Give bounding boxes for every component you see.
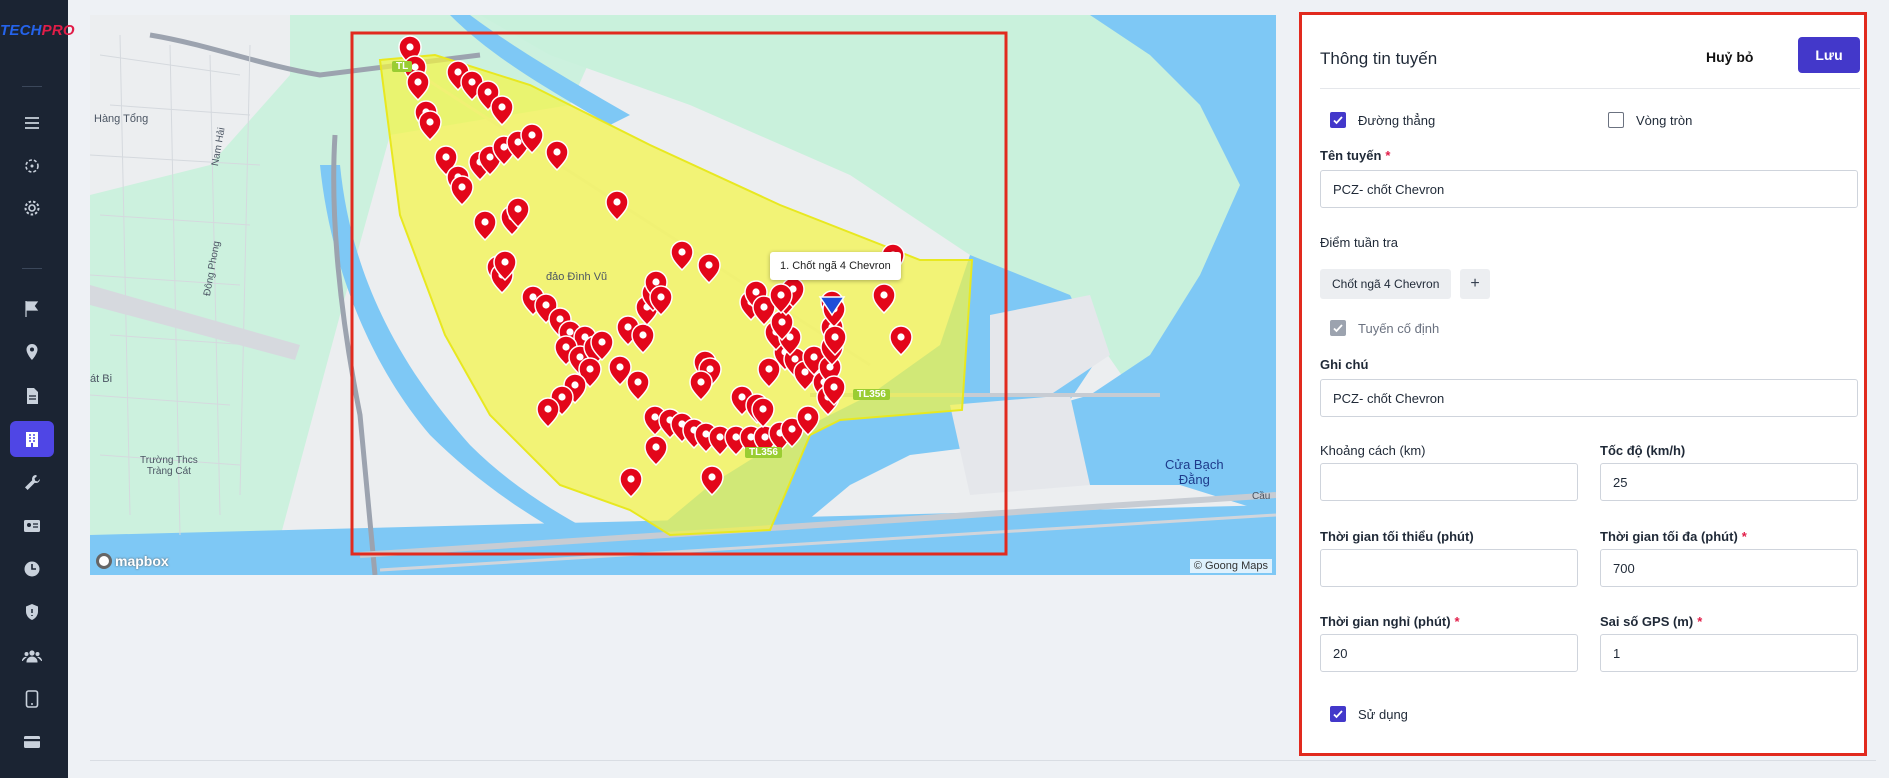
marker-popup: 1. Chốt ngã 4 Chevron: [770, 252, 901, 280]
panel-title: Thông tin tuyến: [1320, 49, 1438, 68]
rest-time-input[interactable]: 20: [1320, 634, 1578, 672]
wrench-icon[interactable]: [10, 465, 54, 501]
map-label-hang-tong: Hàng Tổng: [94, 113, 149, 125]
map-label-cau: Cầu: [1252, 491, 1271, 502]
menu-icon[interactable]: [10, 105, 54, 141]
speed-label: Tốc độ (km/h): [1600, 443, 1686, 458]
map-label-at-bi: át Bi: [90, 373, 113, 385]
users-icon[interactable]: [10, 638, 54, 674]
sidebar-divider: [22, 268, 42, 269]
map-label-dao-dinh-vu: đảo Đình Vũ: [546, 271, 608, 283]
shield-icon[interactable]: [10, 594, 54, 630]
map-attribution[interactable]: © Goong Maps: [1189, 559, 1272, 573]
clock-icon[interactable]: [10, 551, 54, 587]
road-badge-tl356: TL356: [853, 389, 890, 400]
id-card-icon[interactable]: [10, 508, 54, 544]
fixed-route-label: Tuyến cố định: [1358, 320, 1440, 336]
flag-icon[interactable]: [10, 291, 54, 327]
checkbox-empty-icon[interactable]: [1608, 112, 1624, 128]
distance-label: Khoảng cách (km): [1320, 443, 1426, 458]
rest-time-label: Thời gian nghỉ (phút) *: [1320, 614, 1460, 629]
route-name-label: Tên tuyến *: [1320, 148, 1391, 163]
checkbox-disabled-icon[interactable]: [1330, 320, 1346, 336]
max-time-label: Thời gian tối đa (phút) *: [1600, 529, 1747, 544]
distance-input[interactable]: [1320, 463, 1578, 501]
gear-icon[interactable]: [10, 190, 54, 226]
tablet-icon[interactable]: [10, 681, 54, 717]
map-canvas[interactable]: [90, 15, 1276, 575]
map-label-cua-bach-dang: Cửa Bạch Đằng: [1165, 457, 1224, 487]
panel-divider: [1320, 88, 1860, 89]
gps-error-label: Sai số GPS (m) *: [1600, 614, 1703, 629]
sidebar-divider: [22, 86, 42, 87]
brand-logo: TECHPRO: [0, 22, 75, 39]
in-use-checkbox[interactable]: Sử dụng: [1330, 706, 1408, 722]
road-badge-tl: TL: [392, 61, 413, 72]
checkbox-checked-icon[interactable]: [1330, 706, 1346, 722]
crosshair-icon[interactable]: [10, 148, 54, 184]
route-name-input[interactable]: PCZ- chốt Chevron: [1320, 170, 1858, 208]
fixed-route-checkbox[interactable]: Tuyến cố định: [1330, 320, 1439, 336]
straight-line-checkbox[interactable]: Đường thẳng: [1330, 112, 1435, 128]
building-icon[interactable]: [10, 421, 54, 457]
add-patrol-point-button[interactable]: +: [1460, 269, 1490, 299]
note-label: Ghi chú: [1320, 357, 1369, 372]
min-time-input[interactable]: [1320, 549, 1578, 587]
document-icon[interactable]: [10, 378, 54, 414]
max-time-input[interactable]: 700: [1600, 549, 1858, 587]
speed-input[interactable]: 25: [1600, 463, 1858, 501]
patrol-points-label: Điểm tuần tra: [1320, 235, 1399, 250]
checkbox-checked-icon[interactable]: [1330, 112, 1346, 128]
location-pin-icon[interactable]: [10, 334, 54, 370]
map-label-school: Trường Thcs Tràng Cát: [140, 455, 198, 477]
route-info-panel: Thông tin tuyến Huỷ bỏ Lưu Đường thẳng V…: [1299, 12, 1867, 756]
sidebar: TECHPRO: [0, 0, 75, 778]
circle-label: Vòng tròn: [1636, 112, 1693, 128]
footer-divider: [90, 760, 1876, 761]
in-use-label: Sử dụng: [1358, 706, 1408, 722]
patrol-point-chip[interactable]: Chốt ngã 4 Chevron: [1320, 269, 1452, 299]
save-button[interactable]: Lưu: [1798, 37, 1860, 73]
gps-error-input[interactable]: 1: [1600, 634, 1858, 672]
min-time-label: Thời gian tối thiểu (phút): [1320, 529, 1474, 544]
mapbox-logo: mapbox: [96, 553, 169, 569]
note-input[interactable]: PCZ- chốt Chevron: [1320, 379, 1858, 417]
map-view[interactable]: Hàng Tổng Nam Hải Đông Phong đảo Đình Vũ…: [90, 15, 1276, 575]
circle-checkbox[interactable]: Vòng tròn: [1608, 112, 1692, 128]
straight-line-label: Đường thẳng: [1358, 112, 1436, 128]
cancel-button[interactable]: Huỷ bỏ: [1700, 45, 1759, 69]
credit-card-icon[interactable]: [10, 724, 54, 760]
road-badge-tl356-south: TL356: [745, 447, 782, 458]
